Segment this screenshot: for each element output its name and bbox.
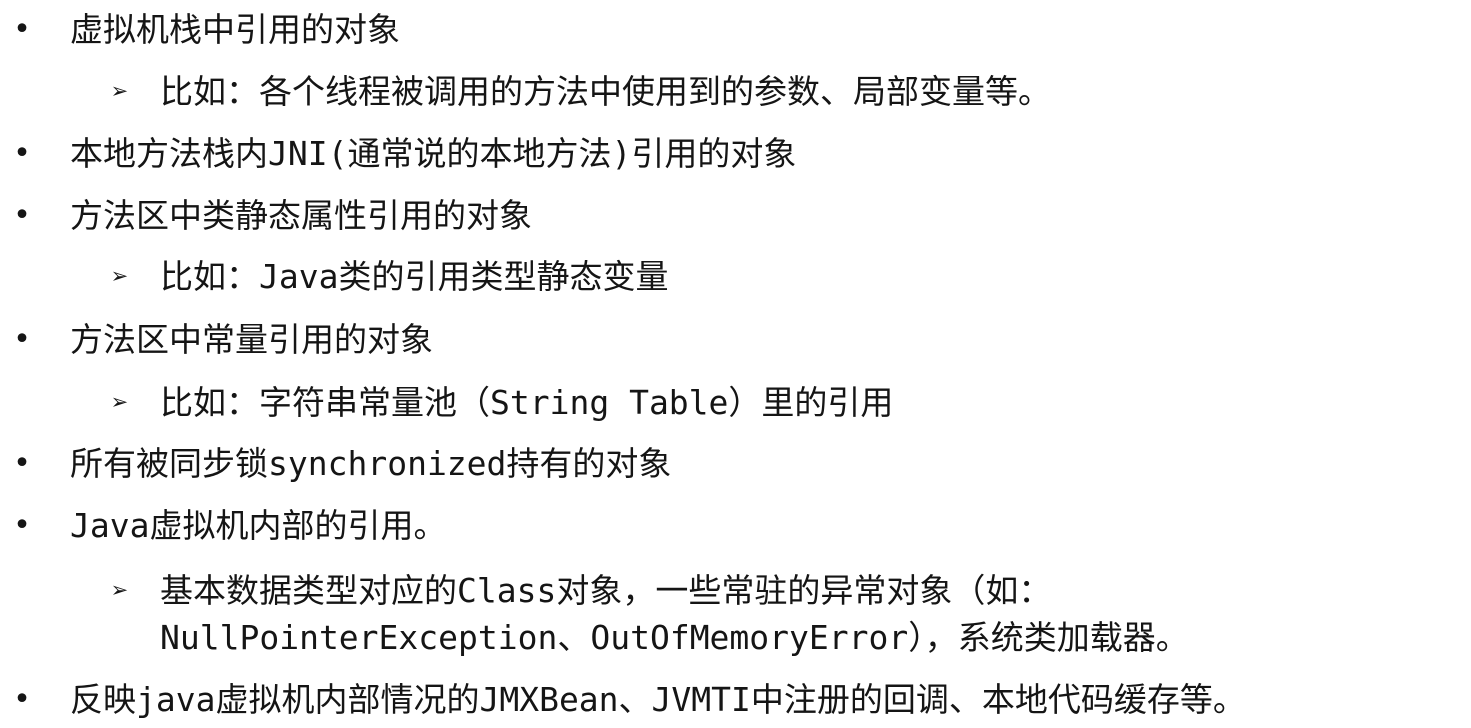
list-item-4: 方法区中常量引用的对象 (70, 320, 433, 359)
list-item-2: 本地方法栈内JNI(通常说的本地方法)引用的对象 (70, 134, 797, 173)
sub-item-3-1: 比如：Java类的引用类型静态变量 (160, 257, 669, 296)
arrow-bullet-icon: ➢ (111, 386, 129, 419)
bullet-icon: • (12, 136, 32, 171)
bullet-icon: • (12, 322, 32, 357)
sub-item-4-1: 比如：字符串常量池（String Table）里的引用 (160, 383, 894, 422)
bullet-icon: • (12, 682, 32, 717)
list-item-3: 方法区中类静态属性引用的对象 (70, 196, 532, 235)
list-item-1: 虚拟机栈中引用的对象 (70, 10, 400, 49)
sub-item-1-1: 比如：各个线程被调用的方法中使用到的参数、局部变量等。 (160, 72, 1051, 111)
list-item-5: 所有被同步锁synchronized持有的对象 (70, 444, 672, 483)
bullet-icon: • (12, 508, 32, 543)
arrow-bullet-icon: ➢ (111, 574, 129, 607)
slide: • 虚拟机栈中引用的对象 ➢ 比如：各个线程被调用的方法中使用到的参数、局部变量… (0, 0, 1471, 728)
sub-item-6-1-continued: NullPointerException、OutOfMemoryError），系… (160, 618, 1189, 657)
bullet-icon: • (12, 12, 32, 47)
arrow-bullet-icon: ➢ (111, 75, 129, 108)
list-item-7: 反映java虚拟机内部情况的JMXBean、JVMTI中注册的回调、本地代码缓存… (70, 680, 1246, 719)
bullet-icon: • (12, 446, 32, 481)
list-item-6: Java虚拟机内部的引用。 (70, 506, 447, 545)
sub-item-6-1: 基本数据类型对应的Class对象，一些常驻的异常对象（如： (160, 571, 1052, 610)
arrow-bullet-icon: ➢ (111, 260, 129, 293)
bullet-icon: • (12, 198, 32, 233)
